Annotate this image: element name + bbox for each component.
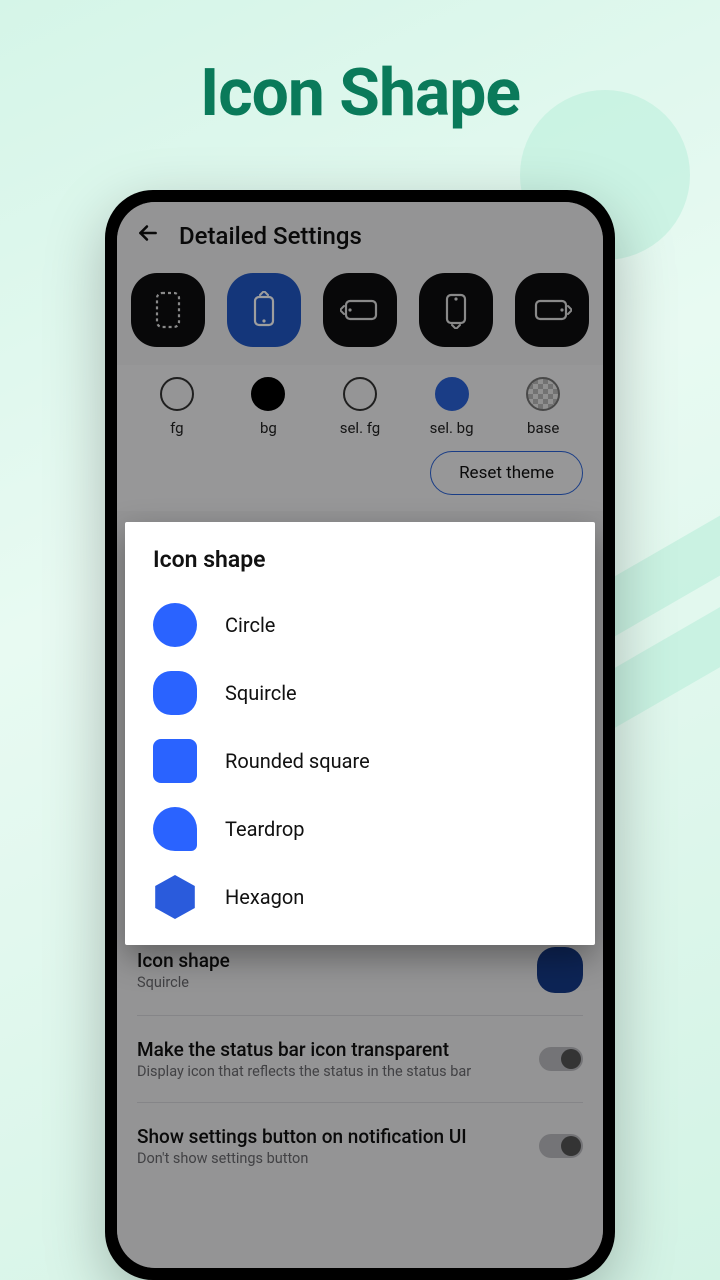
phone-screen: Detailed Settings	[117, 202, 603, 1268]
hexagon-icon	[153, 875, 197, 919]
option-rounded-square[interactable]: Rounded square	[153, 727, 567, 795]
option-label: Rounded square	[225, 749, 370, 773]
option-hexagon[interactable]: Hexagon	[153, 863, 567, 931]
rounded-square-icon	[153, 739, 197, 783]
option-label: Squircle	[225, 681, 297, 705]
option-teardrop[interactable]: Teardrop	[153, 795, 567, 863]
option-label: Circle	[225, 613, 275, 637]
teardrop-icon	[153, 807, 197, 851]
option-label: Hexagon	[225, 885, 304, 909]
dialog-title: Icon shape	[153, 546, 567, 573]
option-label: Teardrop	[225, 817, 305, 841]
phone-frame: Detailed Settings	[105, 190, 615, 1280]
option-circle[interactable]: Circle	[153, 591, 567, 659]
icon-shape-dialog: Icon shape Circle Squircle Rounded squar…	[125, 522, 595, 945]
option-squircle[interactable]: Squircle	[153, 659, 567, 727]
squircle-icon	[153, 671, 197, 715]
circle-icon	[153, 603, 197, 647]
